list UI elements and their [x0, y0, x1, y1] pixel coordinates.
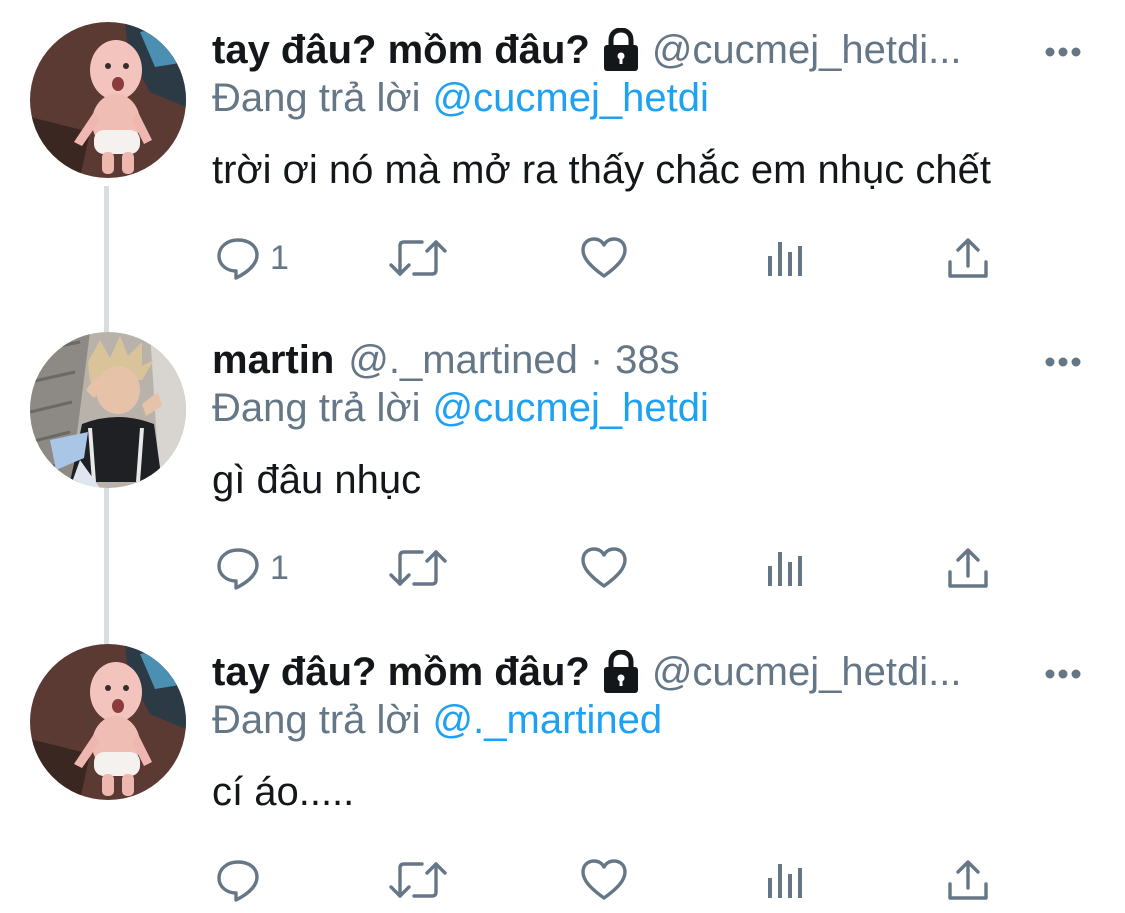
retweet-icon: [389, 550, 447, 586]
tweet-text: cí áo.....: [212, 770, 355, 814]
replying-to-line: Đang trả lời @cucmej_hetdi: [212, 76, 709, 121]
conversation-thread: tay đâu? mồm đâu? @cucmej_hetdi... Đang …: [0, 0, 1125, 913]
like-button[interactable]: [580, 228, 628, 288]
display-name[interactable]: martin: [212, 338, 334, 383]
mention-link[interactable]: @cucmej_hetdi: [433, 76, 709, 120]
tweet[interactable]: tay đâu? mồm đâu? @cucmej_hetdi... Đang …: [0, 644, 1125, 913]
display-name[interactable]: tay đâu? mồm đâu?: [212, 28, 590, 73]
tweet-header: tay đâu? mồm đâu? @cucmej_hetdi...: [212, 644, 1092, 700]
retweet-button[interactable]: [388, 850, 448, 910]
timestamp[interactable]: 38s: [615, 338, 680, 383]
share-icon: [948, 548, 988, 588]
like-icon: [581, 547, 627, 588]
user-handle[interactable]: @cucmej_hetdi...: [652, 28, 962, 73]
tweet-actions: [212, 850, 1012, 910]
mention-link[interactable]: @cucmej_hetdi: [433, 386, 709, 430]
like-button[interactable]: [580, 538, 628, 598]
analytics-icon: [768, 242, 802, 276]
replying-to-line: Đang trả lời @cucmej_hetdi: [212, 386, 709, 431]
baby-avatar-image: [30, 644, 186, 800]
reply-icon: [217, 860, 259, 902]
tweet[interactable]: martin @._martined · 38s Đang trả lời @cu…: [0, 332, 1125, 622]
mention-link[interactable]: @._martined: [433, 698, 663, 742]
replying-to-label: Đang trả lời: [212, 76, 421, 120]
reply-icon: [217, 238, 259, 280]
analytics-icon: [768, 552, 802, 586]
retweet-button[interactable]: [388, 538, 448, 598]
like-icon: [581, 237, 627, 278]
display-name[interactable]: tay đâu? mồm đâu?: [212, 650, 590, 695]
share-button[interactable]: [946, 538, 990, 598]
user-handle[interactable]: @._martined: [348, 338, 578, 383]
tweet[interactable]: tay đâu? mồm đâu? @cucmej_hetdi... Đang …: [0, 22, 1125, 312]
tweet-text: gì đâu nhục: [212, 458, 422, 502]
retweet-icon: [389, 240, 447, 276]
analytics-icon: [768, 864, 802, 898]
tweet-header: tay đâu? mồm đâu? @cucmej_hetdi...: [212, 22, 1092, 78]
analytics-button[interactable]: [766, 228, 806, 288]
reply-button[interactable]: 1: [216, 538, 289, 598]
share-button[interactable]: [946, 850, 990, 910]
avatar[interactable]: [30, 332, 186, 488]
reply-count: 1: [270, 548, 289, 587]
analytics-button[interactable]: [766, 850, 806, 910]
replying-to-line: Đang trả lời @._martined: [212, 698, 662, 743]
more-icon[interactable]: [1045, 354, 1081, 367]
like-icon: [581, 859, 627, 900]
replying-to-label: Đang trả lời: [212, 698, 421, 742]
reply-button[interactable]: [216, 850, 260, 910]
share-icon: [948, 860, 988, 900]
tweet-actions: 1: [212, 228, 1012, 288]
reply-button[interactable]: 1: [216, 228, 289, 288]
retweet-button[interactable]: [388, 228, 448, 288]
tweet-text: trời ơi nó mà mở ra thấy chắc em nhục ch…: [212, 148, 991, 192]
retweet-icon: [389, 862, 447, 898]
more-icon[interactable]: [1045, 44, 1081, 57]
avatar[interactable]: [30, 644, 186, 800]
user-handle[interactable]: @cucmej_hetdi...: [652, 650, 962, 695]
reply-count: 1: [270, 238, 289, 277]
separator-dot: ·: [589, 337, 604, 382]
baby-avatar-image: [30, 22, 186, 178]
reply-icon: [217, 548, 259, 590]
more-icon[interactable]: [1045, 666, 1081, 679]
share-icon: [948, 238, 988, 278]
lock-icon: [600, 649, 642, 694]
like-button[interactable]: [580, 850, 628, 910]
share-button[interactable]: [946, 228, 990, 288]
tweet-actions: 1: [212, 538, 1012, 598]
person-avatar-image: [30, 332, 186, 488]
analytics-button[interactable]: [766, 538, 806, 598]
avatar[interactable]: [30, 22, 186, 178]
lock-icon: [600, 27, 642, 72]
tweet-header: martin @._martined · 38s: [212, 332, 1092, 388]
replying-to-label: Đang trả lời: [212, 386, 421, 430]
